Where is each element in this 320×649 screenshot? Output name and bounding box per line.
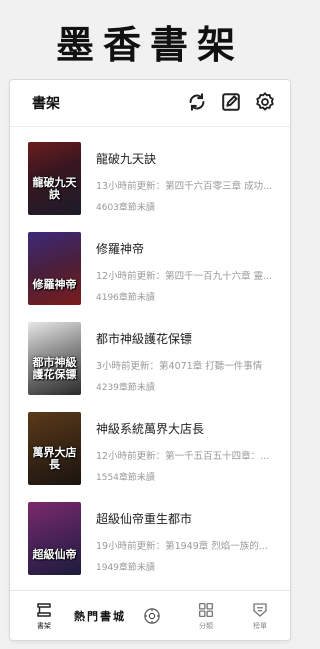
cover-title: 都市神級護花保镖 — [32, 356, 77, 381]
book-title: 神級系統萬界大店長 — [96, 422, 205, 436]
book-update: 12小時前更新：第四千一百九十六章 靈... — [96, 271, 273, 282]
book-unread-count: 1554章節未讀 — [96, 473, 155, 483]
cover-title: 萬界大店長 — [32, 446, 77, 471]
refresh-icon[interactable] — [186, 91, 208, 113]
book-unread-count: 4603章節未讀 — [96, 203, 155, 213]
book-cover: 萬界大店長 — [28, 412, 81, 485]
app-banner: 墨香書架 — [0, 0, 300, 82]
grid-icon — [198, 602, 214, 618]
book-title: 龍破九天訣 — [96, 152, 157, 166]
phone-screen: 書架 龍破九天訣 龍破九天訣 13小時前更新：第四千六百零三章 成功... 46… — [10, 80, 290, 640]
bookshelf-icon — [37, 603, 51, 617]
book-cover: 超級仙帝 — [28, 502, 81, 575]
book-update: 19小時前更新：第1949章 烈焰一族的... — [96, 541, 268, 552]
book-unread-count: 4196章節未讀 — [96, 293, 155, 303]
tab-hot-bookstore-label: 熱門書城 — [74, 610, 126, 623]
top-bar: 書架 — [10, 80, 290, 127]
book-title: 都市神級護花保镖 — [96, 332, 193, 346]
book-item[interactable]: 萬界大店長 神級系統萬界大店長 12小時前更新：第一千五百五十四章：... 15… — [10, 412, 290, 500]
book-item[interactable]: 修羅神帝 修羅神帝 12小時前更新：第四千一百九十六章 靈... 4196章節未… — [10, 232, 290, 320]
tab-bookshelf[interactable]: 書架 — [16, 591, 72, 640]
tab-ranking[interactable]: 榜單 — [232, 591, 288, 640]
tab-hot-bookstore[interactable]: 熱門書城 — [68, 591, 132, 640]
book-unread-count: 1949章節未讀 — [96, 563, 155, 573]
banner-title: 墨香書架 — [55, 21, 244, 67]
book-update: 3小時前更新：第4071章 打聽一件事情 — [96, 361, 263, 372]
book-cover: 修羅神帝 — [28, 232, 81, 305]
book-item[interactable]: 超級仙帝 超級仙帝重生都市 19小時前更新：第1949章 烈焰一族的... 19… — [10, 502, 290, 590]
tab-category[interactable]: 分類 — [178, 591, 234, 640]
tab-discover[interactable] — [124, 591, 180, 640]
shield-icon — [253, 603, 267, 617]
cover-title: 龍破九天訣 — [32, 176, 77, 201]
tab-category-label: 分類 — [199, 622, 213, 630]
edit-icon[interactable] — [220, 91, 242, 113]
cover-title: 超級仙帝 — [32, 548, 77, 561]
book-unread-count: 4239章節未讀 — [96, 383, 155, 393]
tab-bookshelf-label: 書架 — [37, 622, 51, 630]
book-title: 超級仙帝重生都市 — [96, 512, 193, 526]
book-item[interactable]: 都市神級護花保镖 都市神級護花保镖 3小時前更新：第4071章 打聽一件事情 4… — [10, 322, 290, 410]
bottom-tab-bar: 書架 熱門書城 分類 榜單 — [10, 590, 290, 640]
book-item[interactable]: 龍破九天訣 龍破九天訣 13小時前更新：第四千六百零三章 成功... 4603章… — [10, 142, 290, 230]
tab-ranking-label: 榜單 — [253, 622, 267, 630]
book-update: 12小時前更新：第一千五百五十四章：... — [96, 451, 270, 462]
book-cover: 龍破九天訣 — [28, 142, 81, 215]
cover-title: 修羅神帝 — [32, 278, 77, 291]
settings-icon[interactable] — [254, 91, 276, 113]
book-title: 修羅神帝 — [96, 242, 145, 256]
page-title: 書架 — [32, 96, 60, 112]
book-update: 13小時前更新：第四千六百零三章 成功... — [96, 181, 273, 192]
compass-icon — [144, 608, 160, 624]
book-cover: 都市神級護花保镖 — [28, 322, 81, 395]
